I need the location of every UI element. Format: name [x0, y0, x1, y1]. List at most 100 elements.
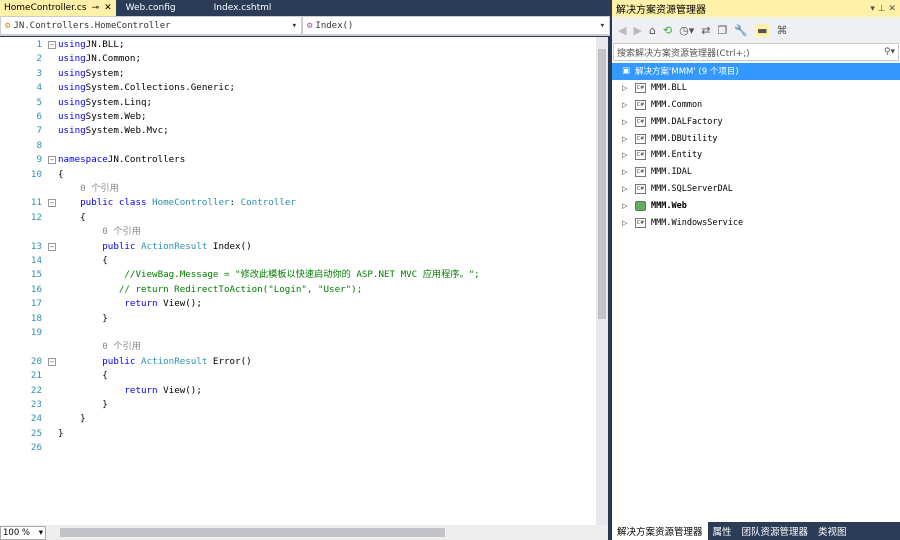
expand-arrow-icon[interactable]: ▷	[622, 84, 630, 92]
expand-arrow-icon[interactable]: ▷	[622, 135, 630, 143]
code-text: //ViewBag.Message = "修改此模板以快速启动你的 ASP.NE…	[58, 268, 479, 282]
code-line[interactable]: 3 usingSystem;	[0, 67, 596, 81]
code-line[interactable]: 26	[0, 441, 596, 455]
project-node[interactable]: ▷ C# MMM.SQLServerDAL	[612, 181, 900, 198]
code-line[interactable]: 0 个引用	[0, 340, 596, 354]
refresh-icon[interactable]: ⇄	[701, 24, 710, 37]
code-line[interactable]: 19	[0, 326, 596, 340]
tool-tab[interactable]: 属性	[708, 522, 737, 540]
expand-arrow-icon[interactable]: ▷	[622, 185, 630, 193]
project-node[interactable]: ▷ C# MMM.BLL	[612, 80, 900, 97]
scrollbar-thumb[interactable]	[60, 528, 445, 537]
forward-icon[interactable]: ▶	[633, 24, 641, 37]
code-line[interactable]: 17 return View();	[0, 297, 596, 311]
reference-count[interactable]: 0 个引用	[58, 183, 119, 194]
history-icon[interactable]: ◷▾	[679, 24, 694, 37]
project-node[interactable]: ▷ C# MMM.DALFactory	[612, 113, 900, 130]
code-line[interactable]: 2 usingJN.Common;	[0, 52, 596, 66]
code-line[interactable]: 7 usingSystem.Web.Mvc;	[0, 124, 596, 138]
project-node[interactable]: ▷ C# MMM.IDAL	[612, 164, 900, 181]
scrollbar-thumb[interactable]	[598, 49, 606, 319]
code-line[interactable]: 21 {	[0, 369, 596, 383]
code-token: Error()	[207, 355, 252, 367]
line-number: 25	[30, 427, 42, 439]
collapse-icon[interactable]: −	[48, 156, 56, 165]
code-line[interactable]: 13− public ActionResult Index()	[0, 240, 596, 254]
tab-index-cshtml[interactable]: Index.cshtml	[210, 0, 276, 16]
search-icon[interactable]: ⚲▾	[884, 47, 895, 57]
sync-icon[interactable]: ⟲	[663, 24, 672, 37]
tool-tab[interactable]: 解决方案资源管理器	[612, 522, 708, 540]
project-node[interactable]: ▷ C# MMM.Common	[612, 97, 900, 114]
vertical-scrollbar[interactable]	[596, 37, 608, 525]
reference-count[interactable]: 0 个引用	[58, 226, 141, 237]
code-line[interactable]: 6 usingSystem.Web;	[0, 110, 596, 124]
tool-window-tabs: 解决方案资源管理器 属性 团队资源管理器 类视图	[612, 522, 900, 540]
project-name: MMM.Web	[651, 200, 687, 211]
code-line[interactable]: 12 {	[0, 211, 596, 225]
code-line[interactable]: 20− public ActionResult Error()	[0, 355, 596, 369]
home-icon[interactable]: ⌂	[649, 24, 656, 37]
tool-tab[interactable]: 团队资源管理器	[737, 522, 814, 540]
back-icon[interactable]: ◀	[618, 24, 626, 37]
expand-arrow-icon[interactable]: ▷	[622, 118, 630, 126]
collapse-all-icon[interactable]: ❐	[717, 24, 727, 37]
code-line[interactable]: 8	[0, 139, 596, 153]
code-line[interactable]: 23 }	[0, 398, 596, 412]
code-line[interactable]: 22 return View();	[0, 384, 596, 398]
reference-count[interactable]: 0 个引用	[58, 341, 141, 352]
close-icon[interactable]: ✕	[888, 4, 896, 14]
expand-arrow-icon[interactable]: ▷	[622, 202, 630, 210]
code-line[interactable]: 0 个引用	[0, 225, 596, 239]
dropdown-icon[interactable]: ▾	[870, 4, 875, 14]
code-token: System;	[85, 67, 125, 79]
code-editor[interactable]: 1− usingJN.BLL; 2 usingJN.Common; 3 usingSyst…	[0, 37, 596, 525]
project-node[interactable]: ▷ MMM.Web	[612, 197, 900, 214]
code-text: 0 个引用	[58, 182, 119, 196]
code-line[interactable]: 5 usingSystem.Linq;	[0, 96, 596, 110]
expand-arrow-icon[interactable]: ▷	[622, 219, 630, 227]
zoom-dropdown[interactable]: 100 % ▾	[0, 525, 46, 540]
expand-arrow-icon[interactable]: ▷	[622, 101, 630, 109]
code-line[interactable]: 1− usingJN.BLL;	[0, 38, 596, 52]
code-line[interactable]: 18 }	[0, 312, 596, 326]
pin-icon[interactable]: ⊸	[92, 3, 100, 13]
collapse-icon[interactable]: −	[48, 199, 56, 208]
project-node[interactable]: ▷ C# MMM.WindowsService	[612, 214, 900, 231]
code-line[interactable]: 25}	[0, 427, 596, 441]
csharp-project-icon: C#	[635, 83, 646, 94]
collapse-icon[interactable]: −	[48, 41, 56, 49]
code-line[interactable]: 10 {	[0, 168, 596, 182]
line-number: 18	[30, 312, 42, 324]
project-node[interactable]: ▷ C# MMM.Entity	[612, 147, 900, 164]
solution-search-input[interactable]: 搜索解决方案资源管理器(Ctrl+;) ⚲▾	[613, 43, 899, 61]
preview-icon[interactable]: ▬	[755, 23, 770, 37]
expand-arrow-icon[interactable]: ▷	[622, 151, 630, 159]
class-dropdown[interactable]: ⚙ JN.Controllers.HomeController ▾	[0, 16, 302, 35]
code-line[interactable]: 4 usingSystem.Collections.Generic;	[0, 81, 596, 95]
tool-tab[interactable]: 类视图	[813, 522, 852, 540]
code-line[interactable]: 11− public class HomeController: Control…	[0, 196, 596, 210]
code-line[interactable]: 0 个引用	[0, 182, 596, 196]
expand-arrow-icon[interactable]: ▷	[622, 168, 630, 176]
collapse-icon[interactable]: −	[48, 357, 56, 366]
code-line[interactable]: 24 }	[0, 412, 596, 426]
class-diagram-icon[interactable]: ⌘	[776, 24, 787, 37]
code-line[interactable]: 15 //ViewBag.Message = "修改此模板以快速启动你的 ASP…	[0, 268, 596, 282]
member-dropdown[interactable]: ⚙ Index() ▾	[302, 16, 610, 35]
code-token: public	[102, 240, 141, 252]
collapse-icon[interactable]: −	[48, 242, 56, 251]
code-text: 0 个引用	[58, 340, 141, 354]
project-node[interactable]: ▷ C# MMM.DBUtility	[612, 130, 900, 147]
solution-root[interactable]: ▣ 解决方案'MMM' (9 个项目)	[612, 63, 900, 80]
properties-icon[interactable]: 🔧	[734, 24, 748, 37]
close-icon[interactable]: ✕	[104, 3, 112, 13]
code-line[interactable]: 9− namespaceJN.Controllers	[0, 153, 596, 167]
pin-icon[interactable]: ⊥	[878, 4, 886, 14]
tab-homecontroller[interactable]: HomeController.cs ⊸ ✕	[0, 0, 116, 16]
code-line[interactable]: 14 {	[0, 254, 596, 268]
tab-web-config[interactable]: Web.config	[122, 0, 180, 16]
horizontal-scrollbar[interactable]	[50, 526, 608, 539]
code-line[interactable]: 16 // return RedirectToAction("Login", "…	[0, 283, 596, 297]
